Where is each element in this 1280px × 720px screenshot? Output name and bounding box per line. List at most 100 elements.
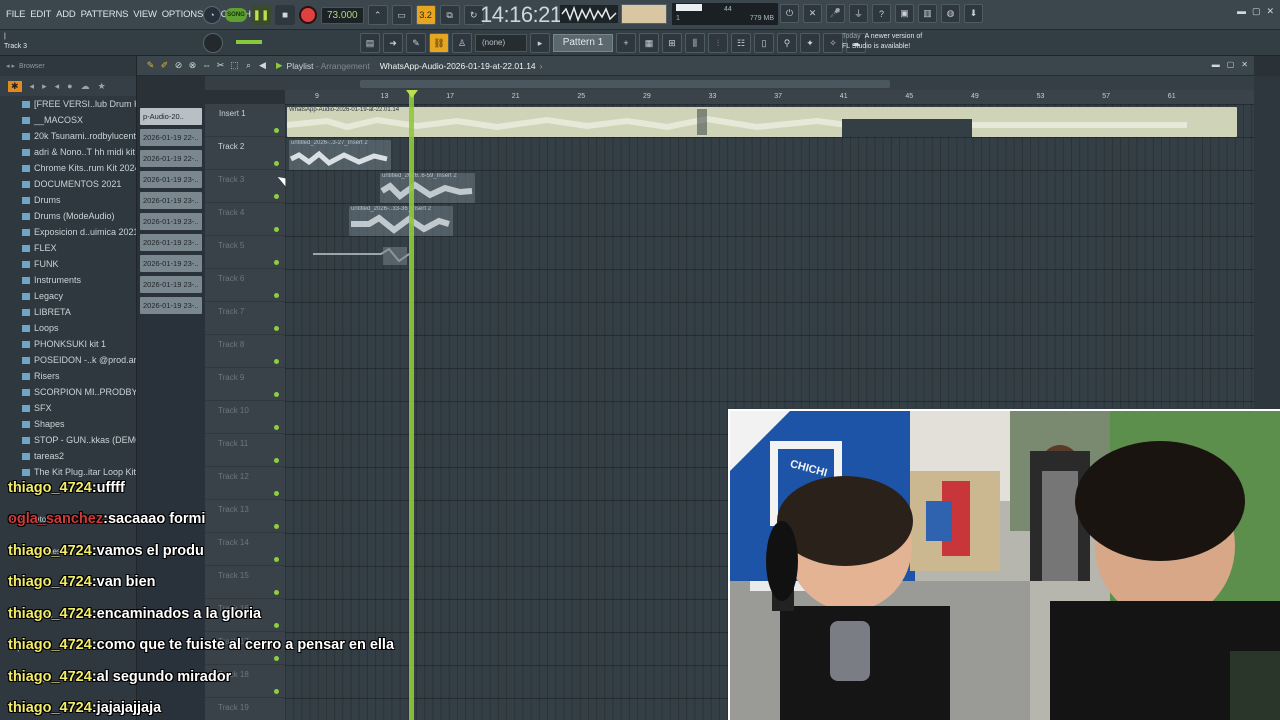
track-enable-led-icon[interactable] [274, 161, 279, 166]
news-panel[interactable]: Today A newer version of FL Studio is av… [842, 32, 922, 52]
track-enable-led-icon[interactable] [274, 458, 279, 463]
browser-folder-item[interactable]: Chrome Kits..rum Kit 2024 [0, 160, 136, 176]
menu-options[interactable]: OPTIONS [162, 9, 204, 20]
browser-folder-item[interactable]: LIBRETA [0, 304, 136, 320]
browser-icon[interactable]: ☷ [731, 33, 751, 53]
main-volume-knob-icon[interactable]: ◔ [203, 6, 221, 24]
menu-edit[interactable]: EDIT [30, 9, 51, 20]
track-enable-led-icon[interactable] [274, 260, 279, 265]
pattern-prev-icon[interactable]: ▸ [530, 33, 550, 53]
stamp-icon[interactable]: ♙ [452, 33, 472, 53]
step-edit-icon[interactable]: ⧉ [439, 5, 460, 25]
browser-folder-item[interactable]: SCORPION MI..PRODBYLJS [0, 384, 136, 400]
playlist-icon[interactable]: ▦ [639, 33, 659, 53]
track-enable-led-icon[interactable] [274, 227, 279, 232]
pattern-item[interactable]: 2026-01-19 22-.. [140, 150, 202, 167]
audio-clip[interactable]: untitled_2026-..33-36_Insert 2 [349, 206, 453, 236]
browser-folder-item[interactable]: Drums (ModeAudio) [0, 208, 136, 224]
play-button[interactable]: ❚❚ [251, 5, 271, 25]
plugin-icon[interactable]: ▥ [918, 4, 937, 23]
tempo-tap-icon[interactable]: ✦ [800, 33, 820, 53]
browser-folder-item[interactable]: SFX [0, 400, 136, 416]
pattern-add-icon[interactable]: + [616, 33, 636, 53]
channel-rack-icon[interactable]: ⊞ [662, 33, 682, 53]
track-enable-led-icon[interactable] [274, 326, 279, 331]
browser-folder-item[interactable]: __MACOSX [0, 112, 136, 128]
track-header[interactable]: Track 11 [205, 434, 285, 467]
minimize-icon[interactable]: ▬ [1237, 6, 1246, 17]
pattern-item[interactable]: 2026-01-19 23-.. [140, 255, 202, 272]
browser-folder-item[interactable]: Loops [0, 320, 136, 336]
track-header[interactable]: Insert 1 [205, 104, 285, 137]
cloud-icon[interactable]: ☁ [81, 81, 90, 92]
browser-folder-item[interactable]: Legacy [0, 288, 136, 304]
wrench-icon[interactable]: ✧ [823, 33, 843, 53]
menu-patterns[interactable]: PATTERNS [81, 9, 129, 20]
metronome-icon[interactable]: ⌃ [367, 5, 388, 25]
pattern-item[interactable]: 2026-01-19 23-.. [140, 234, 202, 251]
browser-folder-item[interactable]: Instruments [0, 272, 136, 288]
favorite-icon[interactable]: ● [67, 81, 72, 91]
browser-folder-item[interactable]: Drums [0, 192, 136, 208]
track-header[interactable]: Track 6 [205, 269, 285, 302]
power-icon[interactable]: ⏻ [780, 4, 799, 23]
track-enable-led-icon[interactable] [274, 293, 279, 298]
download-icon[interactable]: ⬇ [964, 4, 983, 23]
delete-tool-icon[interactable]: ⊘ [173, 60, 184, 71]
select-tool-icon[interactable]: ⬚ [229, 60, 240, 71]
audio-settings-icon[interactable]: ⏚ [849, 4, 868, 23]
menu-add[interactable]: ADD [56, 9, 76, 20]
plug-icon[interactable]: ⚲ [777, 33, 797, 53]
slip-tool-icon[interactable]: ⇔ [201, 60, 212, 71]
collapse-icon[interactable]: ◂ [30, 81, 35, 92]
mixer-icon[interactable]: ✕ [803, 4, 822, 23]
arrow-right-icon[interactable]: ➜ [383, 33, 403, 53]
chat-icon[interactable]: ◍ [941, 4, 960, 23]
track-enable-led-icon[interactable] [274, 359, 279, 364]
mixer-view-icon[interactable]: ⫼ [685, 33, 705, 53]
stop-button[interactable]: ■ [275, 5, 295, 25]
browser-arrows-icon[interactable]: ◂ ▸ [6, 62, 15, 70]
snap-select[interactable]: (none) [475, 34, 527, 52]
browser-folder-item[interactable]: [FREE VERSI..lub Drum Kit] [0, 96, 136, 112]
maximize-icon[interactable]: ▢ [1252, 6, 1261, 17]
browser-folder-item[interactable]: DOCUMENTOS 2021 [0, 176, 136, 192]
pattern-item[interactable]: 2026-01-19 23-.. [140, 171, 202, 188]
master-pitch-knob[interactable] [203, 33, 223, 53]
track-header[interactable]: Track 4 [205, 203, 285, 236]
track-enable-led-icon[interactable] [274, 194, 279, 199]
close-icon[interactable]: ✕ [1266, 6, 1274, 17]
track-enable-led-icon[interactable] [274, 392, 279, 397]
track-header[interactable]: Track 8 [205, 335, 285, 368]
audio-clip[interactable]: untitled_2026..6-59_Insert 2 [380, 173, 475, 203]
track-enable-led-icon[interactable] [274, 128, 279, 133]
track-enable-led-icon[interactable] [274, 425, 279, 430]
mic-icon[interactable]: 🎤 [826, 4, 845, 23]
pattern-item[interactable]: 2026-01-19 23-.. [140, 276, 202, 293]
browser-folder-item[interactable]: FUNK [0, 256, 136, 272]
pattern-item[interactable]: 2026-01-19 22-.. [140, 129, 202, 146]
back-icon[interactable]: ◂ [55, 81, 60, 92]
pencil-icon[interactable]: ✎ [406, 33, 426, 53]
pattern-select[interactable]: Pattern 1 [553, 34, 613, 52]
slice-tool-icon[interactable]: ✂ [215, 60, 226, 71]
audio-clip[interactable] [311, 239, 411, 269]
master-volume-slider[interactable] [236, 40, 262, 44]
playhead-marker-icon[interactable] [406, 90, 418, 98]
track-header[interactable]: Track 9 [205, 368, 285, 401]
browser-all-icon[interactable]: ✱ [8, 80, 22, 92]
timeline-ruler[interactable]: 9 13 17 21 25 29 33 37 41 45 49 53 57 61 [285, 90, 1254, 104]
audio-clip[interactable]: untitled_2026-..3-27_Insert 2 [289, 140, 391, 170]
star-icon[interactable]: ★ [98, 81, 106, 92]
browser-folder-item[interactable]: 20k Tsunami..rodbylucent [0, 128, 136, 144]
mute-tool-icon[interactable]: ⊗ [187, 60, 198, 71]
paint-tool-icon[interactable]: ✐ [159, 60, 170, 71]
browser-folder-item[interactable]: PHONKSUKI kit 1 [0, 336, 136, 352]
browser-folder-item[interactable]: STOP - GUN..kkas (DEMO) [0, 432, 136, 448]
wait-icon[interactable]: ▭ [391, 5, 412, 25]
playlist-close-icon[interactable]: ✕ [1241, 60, 1248, 69]
link-icon[interactable]: ⛓ [429, 33, 449, 53]
track-header[interactable]: Track 7 [205, 302, 285, 335]
pattern-item[interactable]: p-Audio-20.. [140, 108, 202, 125]
browser-folder-item[interactable]: tareas2 [0, 448, 136, 464]
